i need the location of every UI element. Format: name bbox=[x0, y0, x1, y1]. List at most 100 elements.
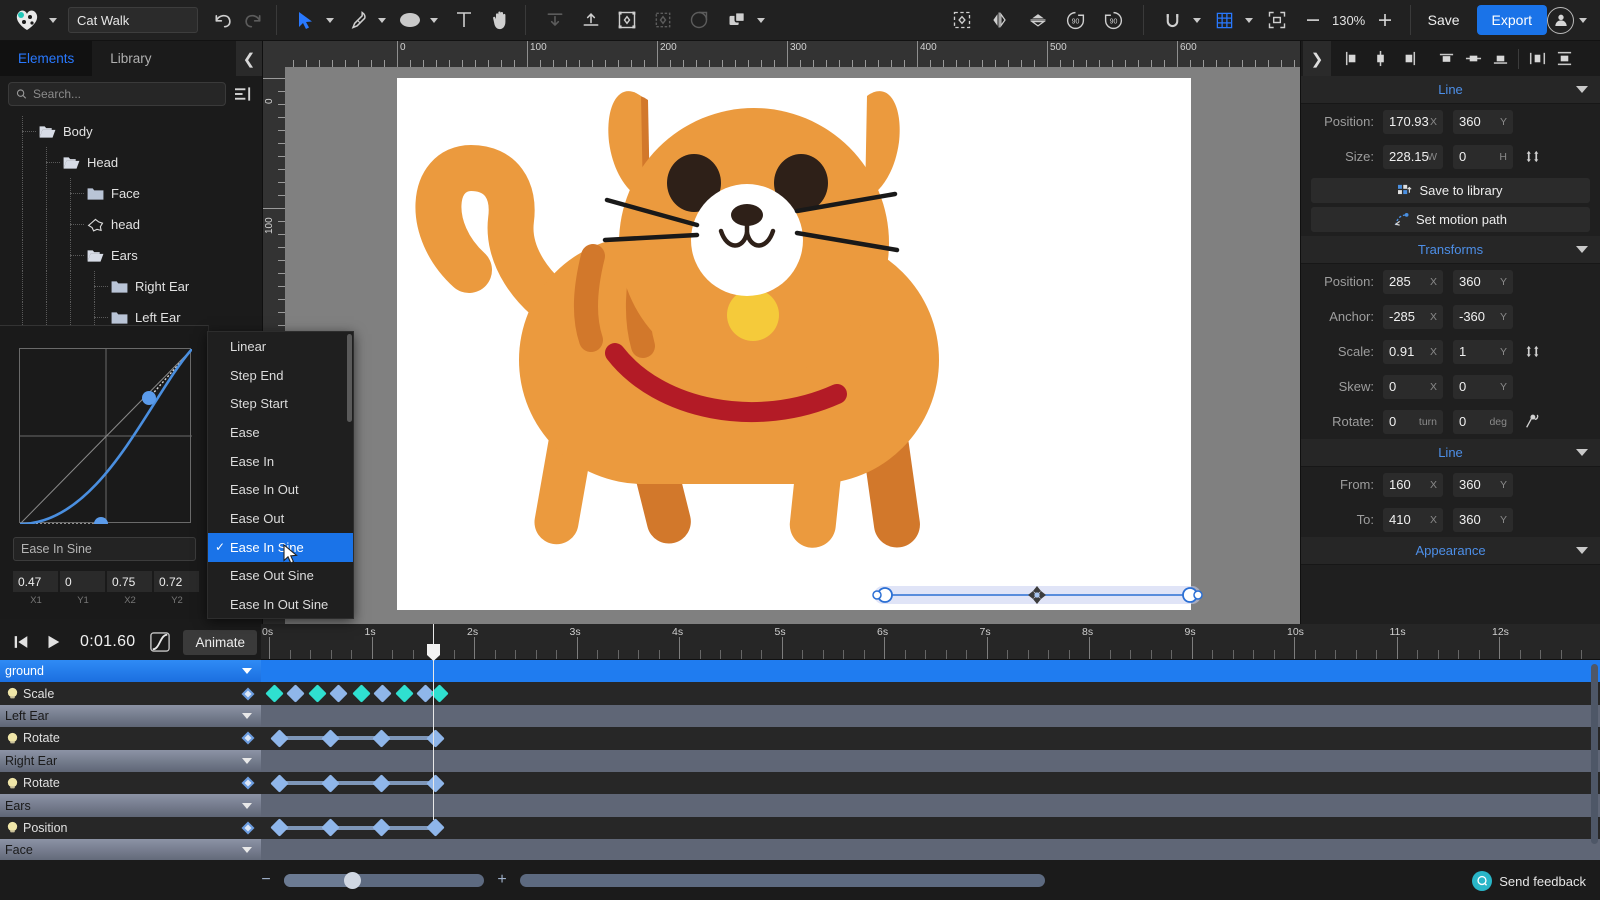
skew-y-field[interactable]: Y bbox=[1453, 374, 1513, 399]
keyframe[interactable] bbox=[270, 773, 289, 793]
timeline-row-track[interactable] bbox=[261, 839, 1600, 860]
position-y-field[interactable]: Y bbox=[1453, 109, 1513, 134]
tree-item-body[interactable]: Body bbox=[0, 116, 262, 147]
timeline-row-track[interactable] bbox=[261, 771, 1600, 795]
rotate-x-field[interactable]: turn bbox=[1383, 409, 1443, 434]
align-left-icon[interactable] bbox=[1340, 45, 1366, 73]
dropdown-item-linear[interactable]: Linear bbox=[208, 332, 353, 361]
save-to-library-button[interactable]: Save to library bbox=[1311, 178, 1590, 203]
keyframe[interactable] bbox=[321, 818, 340, 838]
collapse-left-panel-icon[interactable]: ❮ bbox=[236, 41, 262, 76]
align-horizontal-center-icon[interactable] bbox=[1367, 45, 1393, 73]
keyframe[interactable] bbox=[352, 684, 371, 703]
undo-button[interactable] bbox=[208, 5, 238, 35]
keyframe[interactable] bbox=[372, 773, 391, 793]
flip-horizontal-button[interactable] bbox=[985, 5, 1015, 35]
timeline-row-track[interactable] bbox=[261, 794, 1600, 817]
timeline-row-header[interactable]: Right Ear bbox=[0, 749, 261, 772]
group-selection-button[interactable] bbox=[612, 5, 642, 35]
keyframe[interactable] bbox=[264, 684, 284, 703]
timeline-row-header[interactable]: Position bbox=[0, 816, 261, 840]
align-vertical-center-icon[interactable] bbox=[1460, 45, 1486, 73]
align-top-icon[interactable] bbox=[1433, 45, 1459, 73]
chevron-down-icon[interactable] bbox=[242, 847, 252, 854]
timeline-row-left-ear[interactable]: Left Ear bbox=[0, 704, 1600, 728]
chevron-down-icon[interactable] bbox=[242, 757, 252, 764]
arrange-caret-icon[interactable] bbox=[757, 17, 765, 23]
keyframe[interactable] bbox=[425, 773, 445, 793]
position-x-field[interactable]: X bbox=[1383, 109, 1443, 134]
export-button[interactable]: Export bbox=[1476, 5, 1547, 35]
timeline-row-rotate[interactable]: Rotate bbox=[0, 771, 1600, 795]
align-bottom-icon[interactable] bbox=[1487, 45, 1513, 73]
grid-button[interactable] bbox=[1210, 5, 1240, 35]
to-y-field[interactable]: Y bbox=[1453, 507, 1513, 532]
send-feedback-button[interactable]: Send feedback bbox=[1472, 871, 1586, 891]
timeline-vertical-scrollbar[interactable] bbox=[1591, 664, 1598, 844]
dropdown-item-ease-out-sine[interactable]: Ease Out Sine bbox=[208, 562, 353, 591]
timeline-row-face[interactable]: Face bbox=[0, 839, 1600, 860]
add-keyframe-button[interactable] bbox=[241, 776, 255, 790]
chevron-down-icon[interactable] bbox=[1576, 246, 1588, 253]
keyframe[interactable] bbox=[286, 684, 305, 703]
chevron-down-icon[interactable] bbox=[242, 668, 252, 675]
dropdown-item-step-end[interactable]: Step End bbox=[208, 361, 353, 390]
select-tool-button[interactable] bbox=[291, 5, 321, 35]
align-bottom-button[interactable] bbox=[540, 5, 570, 35]
avatar[interactable] bbox=[1547, 6, 1574, 34]
bezier-curve-graph[interactable] bbox=[19, 348, 193, 531]
flip-vertical-button[interactable] bbox=[1023, 5, 1053, 35]
arrange-button[interactable] bbox=[722, 5, 752, 35]
timeline-ruler[interactable]: 0s 1s 2s 3s 4s 5s 6s 7s 8s 9s 10s 11s 12s bbox=[261, 624, 1600, 660]
timeline-row-header[interactable]: Face bbox=[0, 839, 261, 860]
dropdown-scrollbar[interactable] bbox=[347, 334, 352, 422]
keyframe[interactable] bbox=[321, 773, 340, 793]
from-y-field[interactable]: Y bbox=[1453, 472, 1513, 497]
canvas-area[interactable]: 0 100 200 300 400 500 600 0 100 200 300 bbox=[263, 41, 1300, 624]
pen-tool-button[interactable] bbox=[343, 5, 373, 35]
timeline-row-header[interactable]: Left Ear bbox=[0, 704, 261, 728]
bezier-y1-input[interactable] bbox=[60, 571, 106, 592]
tab-elements[interactable]: Elements bbox=[0, 41, 93, 76]
timeline-row-ground[interactable]: ground bbox=[0, 660, 1600, 683]
zoom-in-button[interactable] bbox=[1370, 5, 1400, 35]
select-tool-caret-icon[interactable] bbox=[326, 17, 334, 23]
fit-to-screen-button[interactable] bbox=[1262, 5, 1292, 35]
timeline-row-header[interactable]: Rotate bbox=[0, 727, 261, 750]
link-aspect-icon[interactable] bbox=[1523, 149, 1541, 164]
fit-selection-button[interactable] bbox=[947, 5, 977, 35]
bezier-x2-input[interactable] bbox=[107, 571, 153, 592]
timeline-row-scale[interactable]: Scale bbox=[0, 682, 1600, 705]
dropdown-item-ease-in[interactable]: Ease In bbox=[208, 447, 353, 476]
rotate-ccw-90-button[interactable]: 90 bbox=[1061, 5, 1091, 35]
link-aspect-icon[interactable] bbox=[1523, 344, 1541, 359]
distribute-horizontal-icon[interactable] bbox=[1524, 45, 1550, 73]
from-x-field[interactable]: X bbox=[1383, 472, 1443, 497]
tree-item-head[interactable]: Head bbox=[0, 147, 262, 178]
skip-to-start-button[interactable] bbox=[8, 629, 34, 655]
timeline-row-position[interactable]: Position bbox=[0, 816, 1600, 840]
rotate-handle-icon[interactable] bbox=[1523, 414, 1541, 430]
position-x-field[interactable]: X bbox=[1383, 269, 1443, 294]
dropdown-item-ease-out[interactable]: Ease Out bbox=[208, 504, 353, 533]
keyframe[interactable] bbox=[270, 729, 289, 748]
timeline-row-right-ear[interactable]: Right Ear bbox=[0, 749, 1600, 772]
dropdown-item-ease-in-sine[interactable]: ✓ Ease In Sine bbox=[208, 532, 353, 562]
dropdown-item-ease-in-out-sine[interactable]: Ease In Out Sine bbox=[208, 590, 353, 618]
timeline-row-ears[interactable]: Ears bbox=[0, 794, 1600, 817]
distribute-vertical-icon[interactable] bbox=[1551, 45, 1577, 73]
chevron-down-icon[interactable] bbox=[1576, 547, 1588, 554]
tree-item-ears[interactable]: Ears bbox=[0, 240, 262, 271]
tree-item-head[interactable]: head bbox=[0, 209, 262, 240]
tab-library[interactable]: Library bbox=[92, 41, 169, 76]
timeline-row-track[interactable] bbox=[261, 816, 1600, 840]
timeline-row-track[interactable] bbox=[261, 682, 1600, 705]
app-logo-icon[interactable] bbox=[10, 7, 44, 33]
bezier-y2-input[interactable] bbox=[154, 571, 200, 592]
timeline-row-track[interactable] bbox=[261, 749, 1600, 772]
keyframe[interactable] bbox=[425, 818, 445, 838]
section-header-line[interactable]: Line bbox=[1301, 76, 1600, 104]
timeline-zoom-knob[interactable] bbox=[344, 871, 361, 889]
skew-x-field[interactable]: X bbox=[1383, 374, 1443, 399]
timeline-zoom-in-button[interactable]: + bbox=[494, 871, 510, 889]
